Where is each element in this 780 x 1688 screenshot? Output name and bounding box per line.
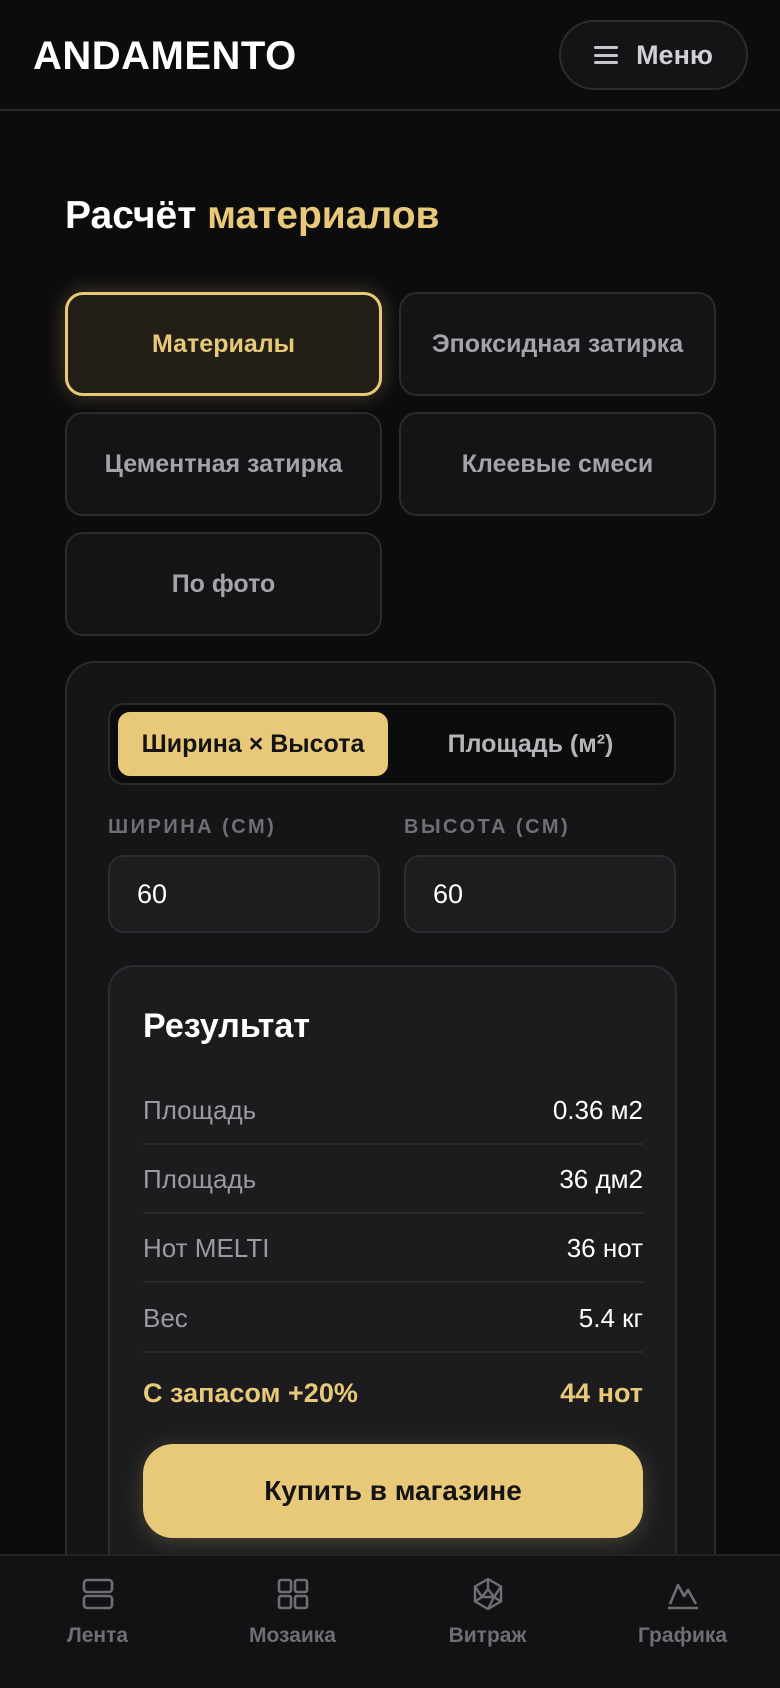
result-value: 36 нот [566, 1232, 643, 1263]
input-mode-switch: Ширина × Высота Площадь (м²) [108, 703, 676, 785]
result-title: Результат [143, 1007, 310, 1045]
result-value: 0.36 м2 [552, 1094, 643, 1125]
height-label: ВЫСОТА (СМ) [404, 816, 571, 838]
result-row: Нот MELTI 36 нот [143, 1215, 643, 1283]
nav-item-stained-glass[interactable]: Витраж [390, 1556, 585, 1688]
nav-label-stained-glass: Витраж [448, 1624, 527, 1647]
nav-item-feed[interactable]: Лента [0, 1556, 195, 1688]
result-key: Вес [143, 1302, 188, 1333]
result-value: 5.4 кг [578, 1302, 643, 1333]
result-row: Площадь 0.36 м2 [143, 1077, 643, 1145]
app-header: ANDAMENTO Меню [0, 0, 780, 111]
tab-materials[interactable]: Материалы [65, 292, 382, 396]
feed-icon [82, 1578, 113, 1610]
result-row: Площадь 36 дм2 [143, 1146, 643, 1214]
nav-label-feed: Лента [66, 1624, 129, 1647]
result-value: 36 дм2 [559, 1163, 643, 1194]
mountain-icon [667, 1583, 698, 1610]
hamburger-icon [594, 46, 619, 64]
nav-label-mosaic: Мозаика [249, 1624, 336, 1647]
page-title-main: Расчёт [65, 194, 197, 237]
nav-label-graphics: Графика [637, 1624, 728, 1647]
tab-cement-grout[interactable]: Цементная затирка [65, 412, 382, 516]
result-total-key: С запасом +20% [143, 1377, 358, 1408]
stained-glass-icon [473, 1577, 502, 1611]
page-title: Расчёт материалов [65, 194, 440, 238]
buy-in-store-button[interactable]: Купить в магазине [143, 1444, 643, 1538]
result-key: Площадь [143, 1094, 257, 1125]
width-label: ШИРИНА (СМ) [108, 816, 277, 838]
width-input[interactable] [108, 855, 380, 933]
result-key: Площадь [143, 1163, 257, 1194]
calculator-card: Ширина × Высота Площадь (м²) ШИРИНА (СМ)… [65, 661, 716, 1688]
tab-adhesive-mixes[interactable]: Клеевые смеси [399, 412, 716, 516]
logo[interactable]: ANDAMENTO [33, 34, 297, 79]
tab-epoxy-grout[interactable]: Эпоксидная затирка [399, 292, 716, 396]
segment-area[interactable]: Площадь (м²) [393, 712, 668, 776]
bottom-nav: Лента Мозаика Витраж Графика [0, 1554, 780, 1688]
tab-by-photo[interactable]: По фото [65, 532, 382, 636]
result-total-value: 44 нот [560, 1377, 643, 1408]
nav-item-graphics[interactable]: Графика [585, 1556, 780, 1688]
segment-width-height[interactable]: Ширина × Высота [118, 712, 388, 776]
result-key: Нот MELTI [143, 1232, 270, 1263]
page-title-accent: материалов [207, 194, 440, 237]
menu-label: Меню [636, 39, 713, 70]
grid-icon [277, 1578, 308, 1610]
menu-button[interactable]: Меню [559, 20, 748, 90]
result-total-row: С запасом +20% 44 нот [143, 1359, 643, 1427]
result-row: Вес 5.4 кг [143, 1285, 643, 1353]
nav-item-mosaic[interactable]: Мозаика [195, 1556, 390, 1688]
height-input[interactable] [404, 855, 676, 933]
